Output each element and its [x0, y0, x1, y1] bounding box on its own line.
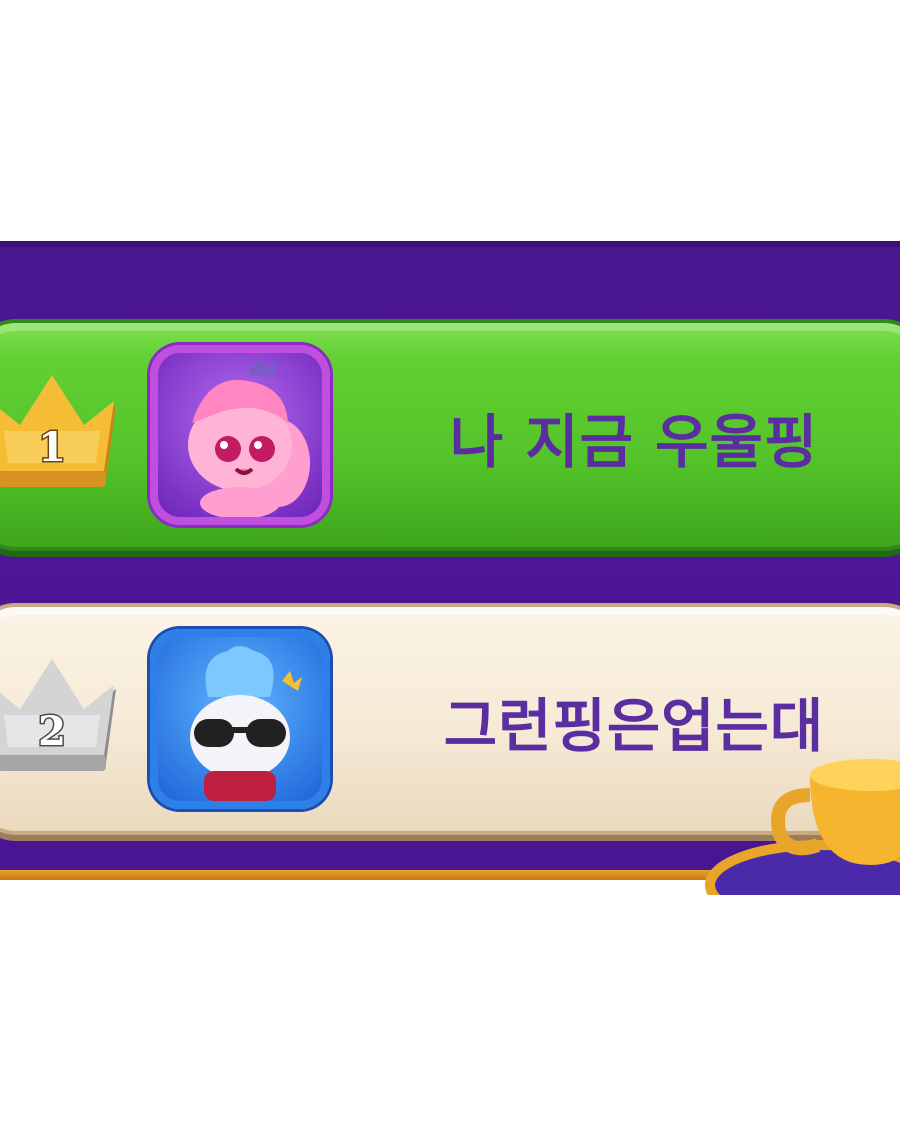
gold-trophy-icon [705, 759, 900, 895]
rank-number: 1 [38, 424, 66, 471]
leaderboard-row-1[interactable]: 1 나 지금 우울핑 [0, 319, 900, 551]
pink-character-icon [188, 359, 310, 517]
blue-character-icon [190, 646, 302, 801]
gold-crown-icon: 1 [0, 375, 116, 487]
pink-character-avatar[interactable] [150, 345, 330, 525]
rank-number: 2 [38, 708, 66, 755]
silver-crown-icon: 2 [0, 659, 116, 771]
blue-character-avatar[interactable] [150, 629, 330, 809]
player-name: 나 지금 우울핑 [449, 408, 819, 476]
